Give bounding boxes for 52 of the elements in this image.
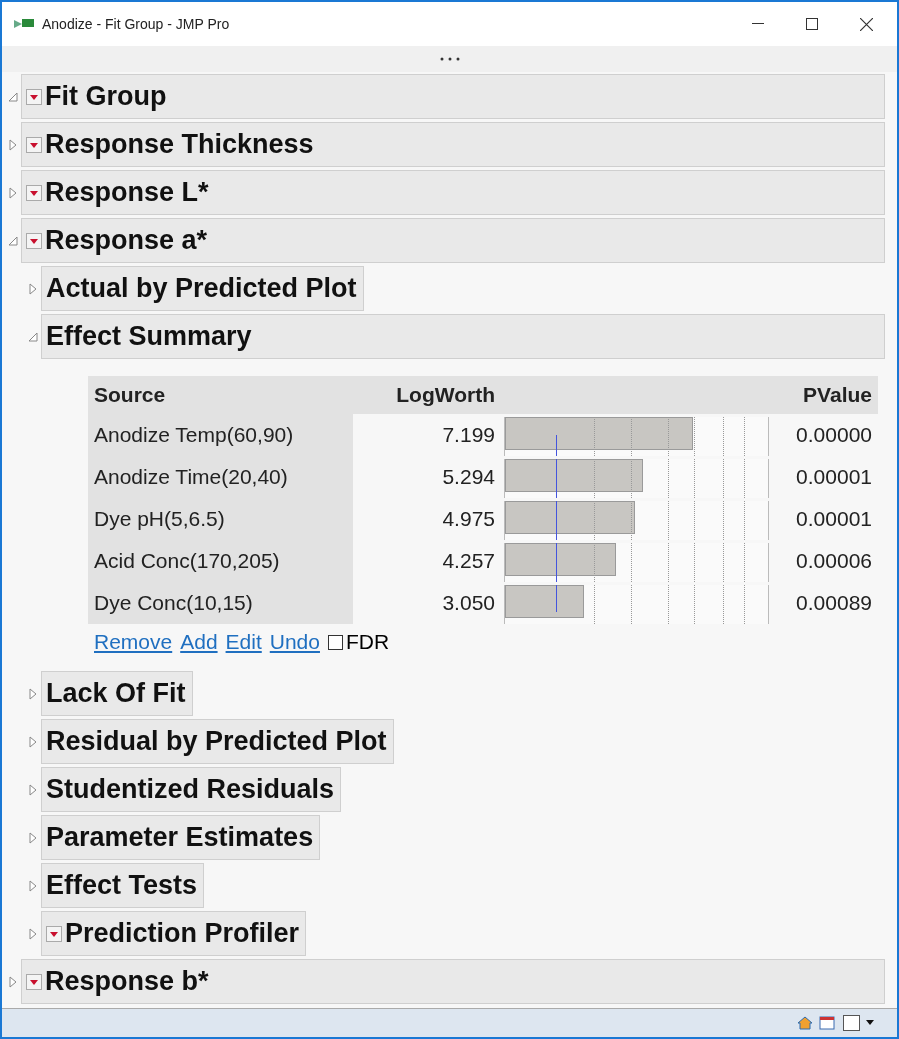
table-icon[interactable] [819, 1016, 835, 1030]
menu-dropdown-icon[interactable] [26, 136, 42, 153]
link[interactable]: Undo [269, 630, 320, 654]
section-header[interactable]: Actual by Predicted Plot [41, 266, 364, 311]
table-cell: 3.050 [353, 582, 501, 624]
section-header[interactable]: Response L* [21, 170, 885, 215]
table-cell: Anodize Time(20,40) [88, 456, 353, 498]
table-cell: Dye Conc(10,15) [88, 582, 353, 624]
link[interactable]: Edit [225, 630, 262, 654]
checkbox-label: FDR [345, 630, 390, 654]
close-icon [859, 17, 873, 31]
menu-dropdown-icon[interactable] [26, 973, 42, 990]
table-cell: 5.294 [353, 456, 501, 498]
menu-dropdown-icon[interactable] [26, 88, 42, 105]
table-cell: Dye pH(5,6.5) [88, 498, 353, 540]
menu-dropdown-icon[interactable] [46, 925, 62, 942]
table-cell: 4.975 [353, 498, 501, 540]
section-header[interactable]: Studentized Residuals [41, 767, 342, 812]
window-title: Anodize - Fit Group - JMP Pro [42, 16, 231, 32]
column-header: PValue [773, 376, 878, 414]
section-header[interactable]: Parameter Estimates [41, 815, 321, 860]
section-header[interactable]: Lack Of Fit [41, 671, 193, 716]
column-header: Source [88, 376, 353, 414]
table-cell-text: 0.00001 [795, 506, 873, 532]
minimize-icon [752, 23, 764, 25]
menu-dropdown-icon[interactable] [26, 232, 42, 249]
home-icon[interactable] [797, 1016, 813, 1030]
more-icon[interactable] [439, 57, 460, 61]
table-cell-text: 0.00001 [795, 464, 873, 490]
app-icon [14, 18, 34, 30]
link[interactable]: Add [180, 630, 218, 654]
section-header[interactable]: Response Thickness [21, 122, 885, 167]
table-cell-text: 0.00089 [795, 590, 873, 616]
column-header: LogWorth [353, 376, 501, 414]
table-cell-text: 0.00006 [795, 548, 873, 574]
section-header[interactable]: Effect Summary [41, 314, 885, 359]
menu-dropdown-icon[interactable] [26, 184, 42, 201]
maximize-icon [806, 18, 818, 30]
section-header[interactable]: Effect Tests [41, 863, 205, 908]
section-header[interactable]: Residual by Predicted Plot [41, 719, 394, 764]
table-cell: 7.199 [353, 414, 501, 456]
table-cell: Acid Conc(170,205) [88, 540, 353, 582]
section-header[interactable]: Response a* [21, 218, 885, 263]
section-header[interactable]: Fit Group [21, 74, 885, 119]
table-cell: 4.257 [353, 540, 501, 582]
link[interactable]: Remove [94, 630, 173, 654]
dropdown-icon[interactable] [841, 1014, 877, 1032]
checkbox[interactable] [327, 634, 343, 650]
section-header[interactable]: Response b* [21, 959, 885, 1004]
section-header[interactable]: Prediction Profiler [41, 911, 307, 956]
table-cell: 0.00000 [773, 414, 878, 456]
table-cell: Anodize Temp(60,90) [88, 414, 353, 456]
